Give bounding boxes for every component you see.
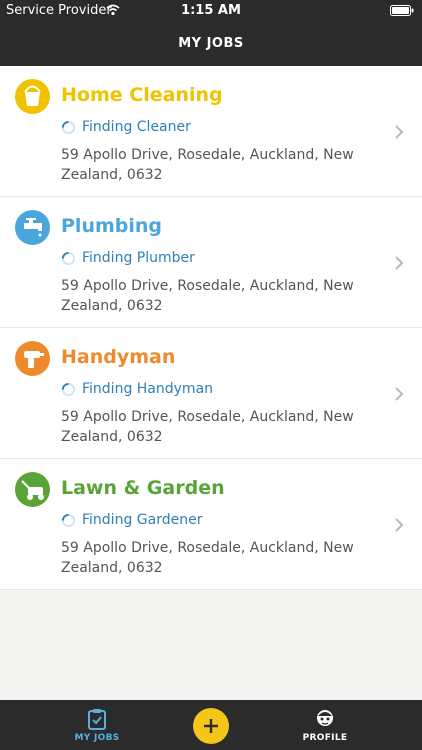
spinner-icon — [61, 251, 76, 265]
chevron-right-icon — [395, 518, 404, 532]
status-bar: Service Provider 1:15 AM — [0, 0, 422, 22]
tab-label: MY JOBS — [74, 733, 120, 743]
job-title: Home Cleaning — [61, 84, 223, 106]
job-status: Finding Handyman — [61, 379, 213, 399]
drill-icon — [15, 341, 50, 376]
clipboard-check-icon — [88, 709, 106, 730]
job-card-home-cleaning[interactable]: Home Cleaning Finding Cleaner 59 Apollo … — [0, 66, 422, 197]
tab-label: PROFILE — [302, 733, 348, 743]
screen: Service Provider 1:15 AM MY JOBS Home Cl… — [0, 0, 422, 750]
tab-profile[interactable]: PROFILE — [265, 700, 385, 750]
lawnmower-icon — [15, 472, 50, 507]
status-time: 1:15 AM — [181, 3, 241, 18]
job-status-text: Finding Cleaner — [82, 119, 191, 135]
job-address: 59 Apollo Drive, Rosedale, Auckland, New… — [61, 278, 354, 314]
spinner-icon — [61, 382, 76, 396]
job-card-handyman[interactable]: Handyman Finding Handyman 59 Apollo Driv… — [0, 328, 422, 459]
bucket-icon — [15, 79, 50, 114]
job-list: Home Cleaning Finding Cleaner 59 Apollo … — [0, 66, 422, 590]
add-job-button[interactable] — [193, 708, 229, 744]
page-title: MY JOBS — [178, 36, 244, 51]
faucet-icon — [15, 210, 50, 245]
job-status-text: Finding Handyman — [82, 381, 214, 397]
job-address: 59 Apollo Drive, Rosedale, Auckland, New… — [61, 409, 354, 445]
chevron-right-icon — [395, 387, 404, 401]
tab-bar: MY JOBS PROFILE — [0, 700, 422, 750]
job-status-text: Finding Gardener — [82, 512, 203, 528]
tab-my-jobs[interactable]: MY JOBS — [37, 700, 157, 750]
header: Service Provider 1:15 AM MY JOBS — [0, 0, 422, 66]
job-card-plumbing[interactable]: Plumbing Finding Plumber 59 Apollo Drive… — [0, 197, 422, 328]
plus-icon — [204, 719, 218, 733]
job-title: Plumbing — [61, 215, 163, 237]
job-status: Finding Cleaner — [61, 117, 191, 137]
job-address: 59 Apollo Drive, Rosedale, Auckland, New… — [61, 147, 354, 183]
chevron-right-icon — [395, 125, 404, 139]
battery-icon — [390, 5, 414, 16]
spinner-icon — [61, 513, 76, 527]
job-status: Finding Gardener — [61, 510, 202, 530]
job-card-lawn-garden[interactable]: Lawn & Garden Finding Gardener 59 Apollo… — [0, 459, 422, 590]
job-status: Finding Plumber — [61, 248, 195, 268]
job-status-text: Finding Plumber — [82, 250, 195, 266]
chevron-right-icon — [395, 256, 404, 270]
profile-icon — [317, 710, 333, 726]
job-address: 59 Apollo Drive, Rosedale, Auckland, New… — [61, 540, 354, 576]
spinner-icon — [61, 120, 76, 134]
job-title: Lawn & Garden — [61, 477, 225, 499]
job-title: Handyman — [61, 346, 176, 368]
